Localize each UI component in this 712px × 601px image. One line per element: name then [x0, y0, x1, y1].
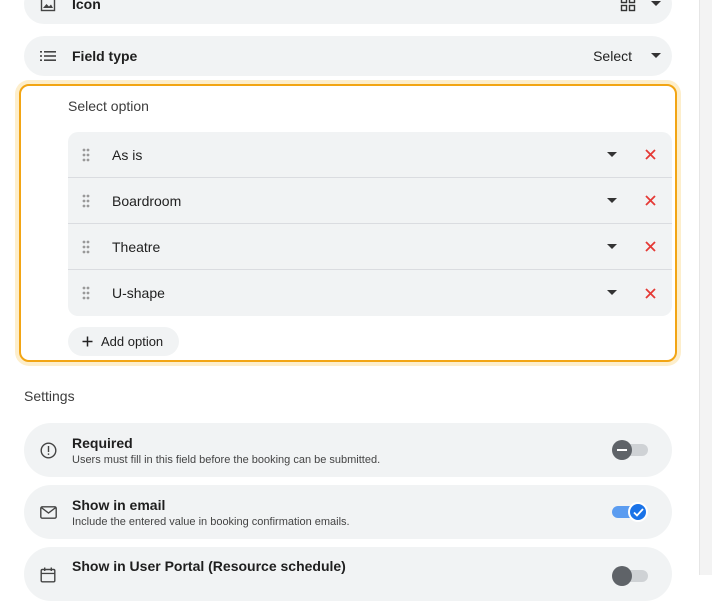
add-option-label: Add option — [101, 334, 164, 349]
option-label: U-shape — [112, 285, 165, 301]
scrollbar[interactable] — [699, 0, 712, 575]
setting-title: Show in User Portal (Resource schedule) — [72, 558, 346, 574]
setting-title: Required — [72, 434, 133, 451]
show-in-email-toggle[interactable] — [612, 500, 672, 524]
chevron-down-icon[interactable] — [596, 290, 628, 296]
field-type-value: Select — [593, 48, 632, 64]
select-option-heading: Select option — [68, 98, 149, 114]
drag-handle-icon[interactable] — [68, 286, 104, 300]
grid-icon — [620, 0, 636, 12]
icon-field-label: Icon — [72, 0, 101, 12]
add-option-button[interactable]: Add option — [68, 327, 180, 356]
setting-show-in-user-portal: Show in User Portal (Resource schedule) — [24, 547, 672, 601]
list-icon — [24, 50, 72, 62]
option-label: As is — [112, 146, 143, 163]
option-item[interactable]: As is — [68, 132, 672, 178]
drag-handle-icon[interactable] — [68, 194, 104, 208]
remove-icon[interactable] — [628, 241, 672, 252]
remove-icon[interactable] — [628, 195, 672, 206]
plus-icon — [82, 336, 93, 347]
chevron-down-icon[interactable] — [640, 1, 672, 7]
option-item[interactable]: U-shape — [68, 270, 672, 316]
setting-show-in-email: Show in email Include the entered value … — [24, 485, 672, 539]
remove-icon[interactable] — [628, 149, 672, 160]
required-toggle[interactable] — [612, 438, 672, 462]
image-icon — [24, 0, 72, 12]
drag-handle-icon[interactable] — [68, 240, 104, 254]
settings-heading: Settings — [24, 388, 75, 404]
option-list: As is Boardroom Theatre U-shape — [68, 132, 672, 316]
mail-icon — [24, 505, 72, 519]
minus-icon — [612, 440, 632, 460]
setting-title: Show in email — [72, 496, 166, 513]
field-type-label: Field type — [72, 48, 138, 64]
chevron-down-icon[interactable] — [596, 243, 628, 250]
chevron-down-icon[interactable] — [596, 151, 628, 158]
option-item[interactable]: Boardroom — [68, 178, 672, 224]
setting-subtitle: Users must fill in this field before the… — [72, 453, 381, 466]
show-in-user-portal-toggle[interactable] — [612, 564, 672, 588]
drag-handle-icon[interactable] — [68, 148, 104, 162]
setting-subtitle: Include the entered value in booking con… — [72, 515, 350, 528]
icon-field-row[interactable]: Icon — [24, 0, 672, 24]
option-label: Boardroom — [112, 192, 182, 209]
calendar-icon — [24, 547, 72, 583]
option-label: Theatre — [112, 238, 161, 255]
alert-circle-icon — [24, 441, 72, 459]
chevron-down-icon[interactable] — [640, 53, 672, 59]
check-icon — [628, 502, 648, 522]
field-type-row[interactable]: Field type Select — [24, 36, 672, 76]
chevron-down-icon[interactable] — [596, 197, 628, 204]
setting-required: Required Users must fill in this field b… — [24, 423, 672, 477]
remove-icon[interactable] — [628, 287, 672, 299]
option-item[interactable]: Theatre — [68, 224, 672, 270]
